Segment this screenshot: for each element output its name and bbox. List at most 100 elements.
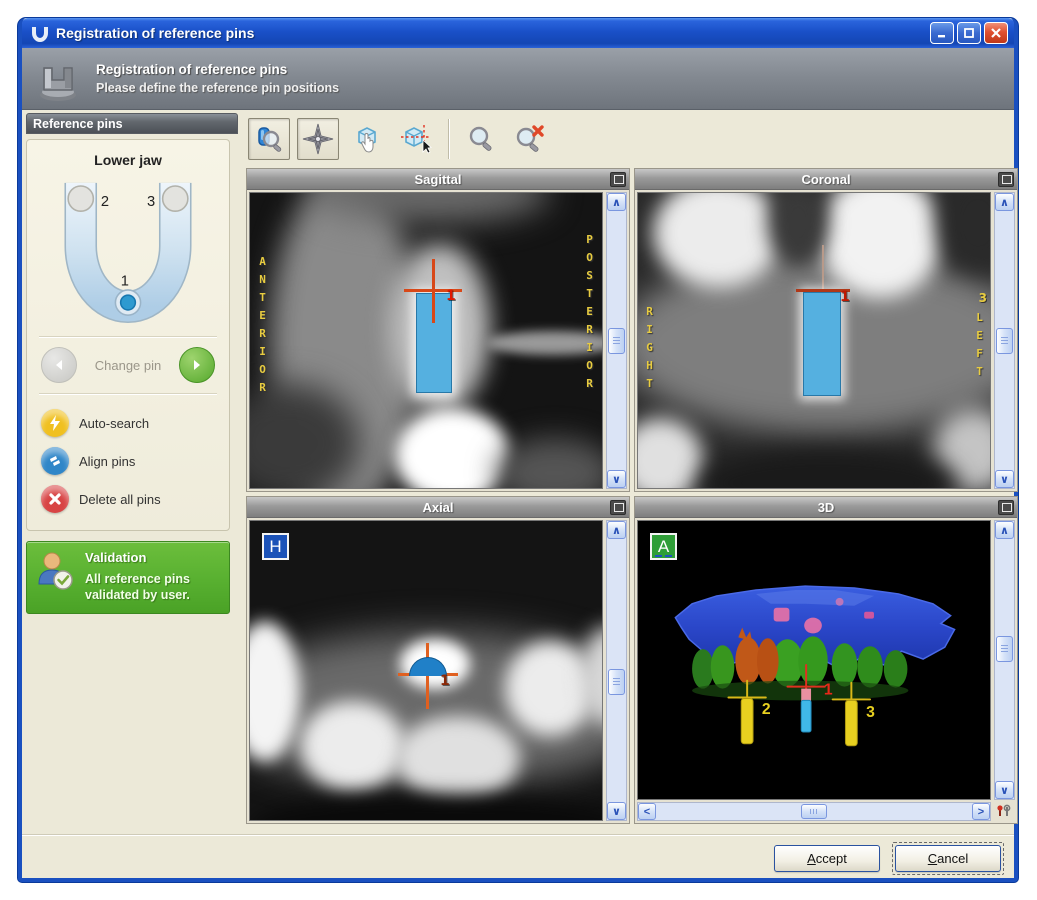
- arrow-left-icon: [52, 358, 66, 372]
- coronal-ct-image[interactable]: 1 RIGHT LEFT 3: [637, 192, 991, 489]
- coronal-titlebar: Coronal: [635, 169, 1017, 190]
- sidebar-header: Reference pins: [26, 113, 238, 134]
- minimize-button[interactable]: [930, 22, 954, 44]
- sagittal-vertical-scrollbar[interactable]: ∧ ∨: [606, 192, 627, 489]
- maximize-viewport-icon[interactable]: [610, 172, 626, 187]
- dialog-window: Registration of reference pins Registrat…: [18, 18, 1018, 882]
- cancel-label: Cancel: [928, 851, 968, 866]
- scroll-down-icon[interactable]: ∨: [607, 802, 626, 820]
- jaw-pin3-label: 3: [147, 194, 155, 210]
- maximize-viewport-icon[interactable]: [998, 172, 1014, 187]
- zoom-button[interactable]: [460, 118, 502, 160]
- delete-all-pins-button[interactable]: Delete all pins: [37, 480, 219, 518]
- header-title: Registration of reference pins: [96, 62, 339, 77]
- scroll-down-icon[interactable]: ∨: [995, 781, 1014, 799]
- sagittal-titlebar: Sagittal: [247, 169, 629, 190]
- cube-select-slices-icon: [399, 123, 433, 155]
- change-pin-control: Change pin: [33, 345, 223, 385]
- jaw-pin2-label: 2: [101, 194, 109, 210]
- dialog-footer: Accept Cancel: [22, 834, 1014, 882]
- jaw-panel: Lower jaw 2: [26, 139, 230, 531]
- navigate-button[interactable]: [297, 118, 339, 160]
- sagittal-pin-number: 1: [446, 288, 456, 304]
- zoom-reset-icon: [514, 124, 546, 154]
- lightning-icon: [41, 409, 69, 437]
- coronal-pin[interactable]: [803, 292, 841, 396]
- auto-search-label: Auto-search: [79, 416, 149, 431]
- delete-cross-icon: [41, 485, 69, 513]
- zoom-reset-button[interactable]: [509, 118, 551, 160]
- scroll-up-icon[interactable]: ∧: [995, 521, 1014, 539]
- maximize-viewport-icon[interactable]: [998, 500, 1014, 515]
- viewport-axial: Axial H: [246, 496, 630, 824]
- scroll-down-icon[interactable]: ∨: [995, 470, 1014, 488]
- align-pins-label: Align pins: [79, 454, 135, 469]
- axial-titlebar: Axial: [247, 497, 629, 518]
- 3d-title: 3D: [818, 500, 835, 515]
- compass-navigate-icon: [302, 123, 334, 155]
- zoom-icon: [466, 124, 496, 154]
- axial-vertical-scrollbar[interactable]: ∧ ∨: [606, 520, 627, 821]
- align-pins-button[interactable]: Align pins: [37, 442, 219, 480]
- 3d-rendering[interactable]: 1 2 3 A: [637, 520, 991, 800]
- toolbar-separator: [448, 119, 449, 159]
- validation-line1: All reference pins: [85, 572, 190, 586]
- jaw-pin3-marker: [163, 186, 188, 211]
- cancel-focus-ring: Cancel: [892, 842, 1004, 875]
- pin-tools-corner: [993, 802, 1015, 821]
- scroll-thumb[interactable]: [608, 328, 625, 354]
- jaw-panel-title: Lower jaw: [33, 152, 223, 168]
- coronal-pin-number: 1: [840, 289, 850, 305]
- close-button[interactable]: [984, 22, 1008, 44]
- 3d-vertical-scrollbar[interactable]: ∧ ∨: [994, 520, 1015, 800]
- jaw-pin2-marker: [68, 186, 93, 211]
- reference-pins-icon: [996, 804, 1012, 820]
- jaw-pin1-label: 1: [121, 274, 129, 290]
- scroll-thumb[interactable]: [996, 636, 1013, 662]
- sidebar-title: Reference pins: [33, 117, 123, 131]
- window-titlebar[interactable]: Registration of reference pins: [22, 18, 1014, 48]
- scroll-left-icon[interactable]: <: [638, 803, 656, 820]
- bite-block-icon: [32, 54, 84, 104]
- axial-pin-number: 1: [440, 673, 450, 689]
- axial-ct-image[interactable]: H 1: [249, 520, 603, 821]
- dialog-header: Registration of reference pins Please de…: [22, 48, 1014, 110]
- scroll-thumb[interactable]: [608, 669, 625, 695]
- cube-pan-button[interactable]: [346, 118, 388, 160]
- viewport-sagittal: Sagittal: [246, 168, 630, 492]
- scroll-up-icon[interactable]: ∧: [995, 193, 1014, 211]
- scroll-thumb[interactable]: [801, 804, 827, 819]
- validation-line2: validated by user.: [85, 588, 190, 602]
- pin-magnifier-icon: [254, 124, 284, 154]
- previous-pin-button[interactable]: [41, 347, 77, 383]
- validation-title: Validation: [85, 550, 190, 565]
- auto-search-button[interactable]: Auto-search: [37, 404, 219, 442]
- badge-dash: [665, 555, 672, 558]
- scroll-thumb[interactable]: [996, 328, 1013, 354]
- coronal-vertical-scrollbar[interactable]: ∧ ∨: [994, 192, 1015, 489]
- 3d-pin3-number: 3: [866, 704, 875, 721]
- next-pin-button[interactable]: [179, 347, 215, 383]
- maximize-viewport-icon[interactable]: [610, 500, 626, 515]
- scroll-right-icon[interactable]: >: [972, 803, 990, 820]
- sagittal-ct-image[interactable]: 1 ANTERIOR POSTERIOR: [249, 192, 603, 489]
- pin-magnifier-button[interactable]: [248, 118, 290, 160]
- cancel-button[interactable]: Cancel: [895, 845, 1001, 872]
- sagittal-posterior-label: POSTERIOR: [583, 233, 596, 395]
- 3d-horizontal-scrollbar[interactable]: < >: [637, 802, 991, 821]
- accept-button[interactable]: Accept: [774, 845, 880, 872]
- scroll-down-icon[interactable]: ∨: [607, 470, 626, 488]
- 3d-titlebar: 3D: [635, 497, 1017, 518]
- validation-box: Validation All reference pins validated …: [26, 541, 230, 614]
- align-pins-icon: [41, 447, 69, 475]
- header-subtitle: Please define the reference pin position…: [96, 81, 339, 95]
- change-pin-label: Change pin: [95, 358, 162, 373]
- arrow-right-icon: [190, 358, 204, 372]
- 3d-pin1-number: 1: [824, 681, 833, 698]
- sidebar-reference-pins: Reference pins Lower jaw: [26, 112, 238, 834]
- scroll-up-icon[interactable]: ∧: [607, 521, 626, 539]
- sagittal-title: Sagittal: [415, 172, 462, 187]
- scroll-up-icon[interactable]: ∧: [607, 193, 626, 211]
- cube-select-button[interactable]: [395, 118, 437, 160]
- maximize-button[interactable]: [957, 22, 981, 44]
